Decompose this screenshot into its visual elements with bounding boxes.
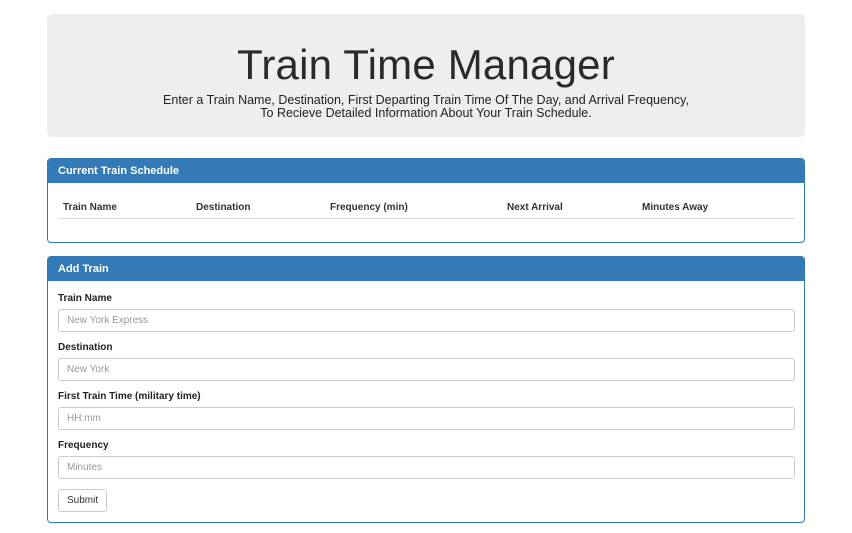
- col-train-name: Train Name: [58, 197, 191, 219]
- first-train-time-label: First Train Time (military time): [58, 391, 201, 402]
- frequency-input[interactable]: [58, 456, 795, 479]
- form-group-train-name: Train Name: [58, 291, 795, 332]
- subtitle-line-2: To Recieve Detailed Information About Yo…: [260, 106, 592, 120]
- col-destination: Destination: [191, 197, 325, 219]
- col-minutes-away: Minutes Away: [637, 197, 795, 219]
- schedule-panel-heading: Current Train Schedule: [48, 159, 804, 183]
- page-subtitle: Enter a Train Name, Destination, First D…: [47, 94, 805, 120]
- add-train-panel: Add Train Train Name Destination First T…: [47, 256, 805, 523]
- form-group-destination: Destination: [58, 340, 795, 381]
- form-group-frequency: Frequency: [58, 438, 795, 479]
- destination-label: Destination: [58, 342, 113, 353]
- train-name-label: Train Name: [58, 293, 112, 304]
- add-train-form: Train Name Destination First Train Time …: [48, 281, 804, 512]
- frequency-label: Frequency: [58, 440, 109, 451]
- page-title: Train Time Manager: [237, 41, 615, 88]
- schedule-panel: Current Train Schedule Train Name Destin…: [47, 158, 805, 243]
- jumbotron-header: Train Time Manager Enter a Train Name, D…: [47, 14, 805, 137]
- form-group-first-train-time: First Train Time (military time): [58, 389, 795, 430]
- first-train-time-input[interactable]: [58, 407, 795, 430]
- col-next-arrival: Next Arrival: [502, 197, 637, 219]
- add-train-panel-heading: Add Train: [48, 257, 804, 281]
- schedule-table: Train Name Destination Frequency (min) N…: [58, 197, 795, 219]
- submit-button[interactable]: Submit: [58, 489, 108, 512]
- destination-input[interactable]: [58, 358, 795, 381]
- col-frequency: Frequency (min): [325, 197, 502, 219]
- train-name-input[interactable]: [58, 309, 795, 332]
- schedule-header-row: Train Name Destination Frequency (min) N…: [58, 197, 795, 219]
